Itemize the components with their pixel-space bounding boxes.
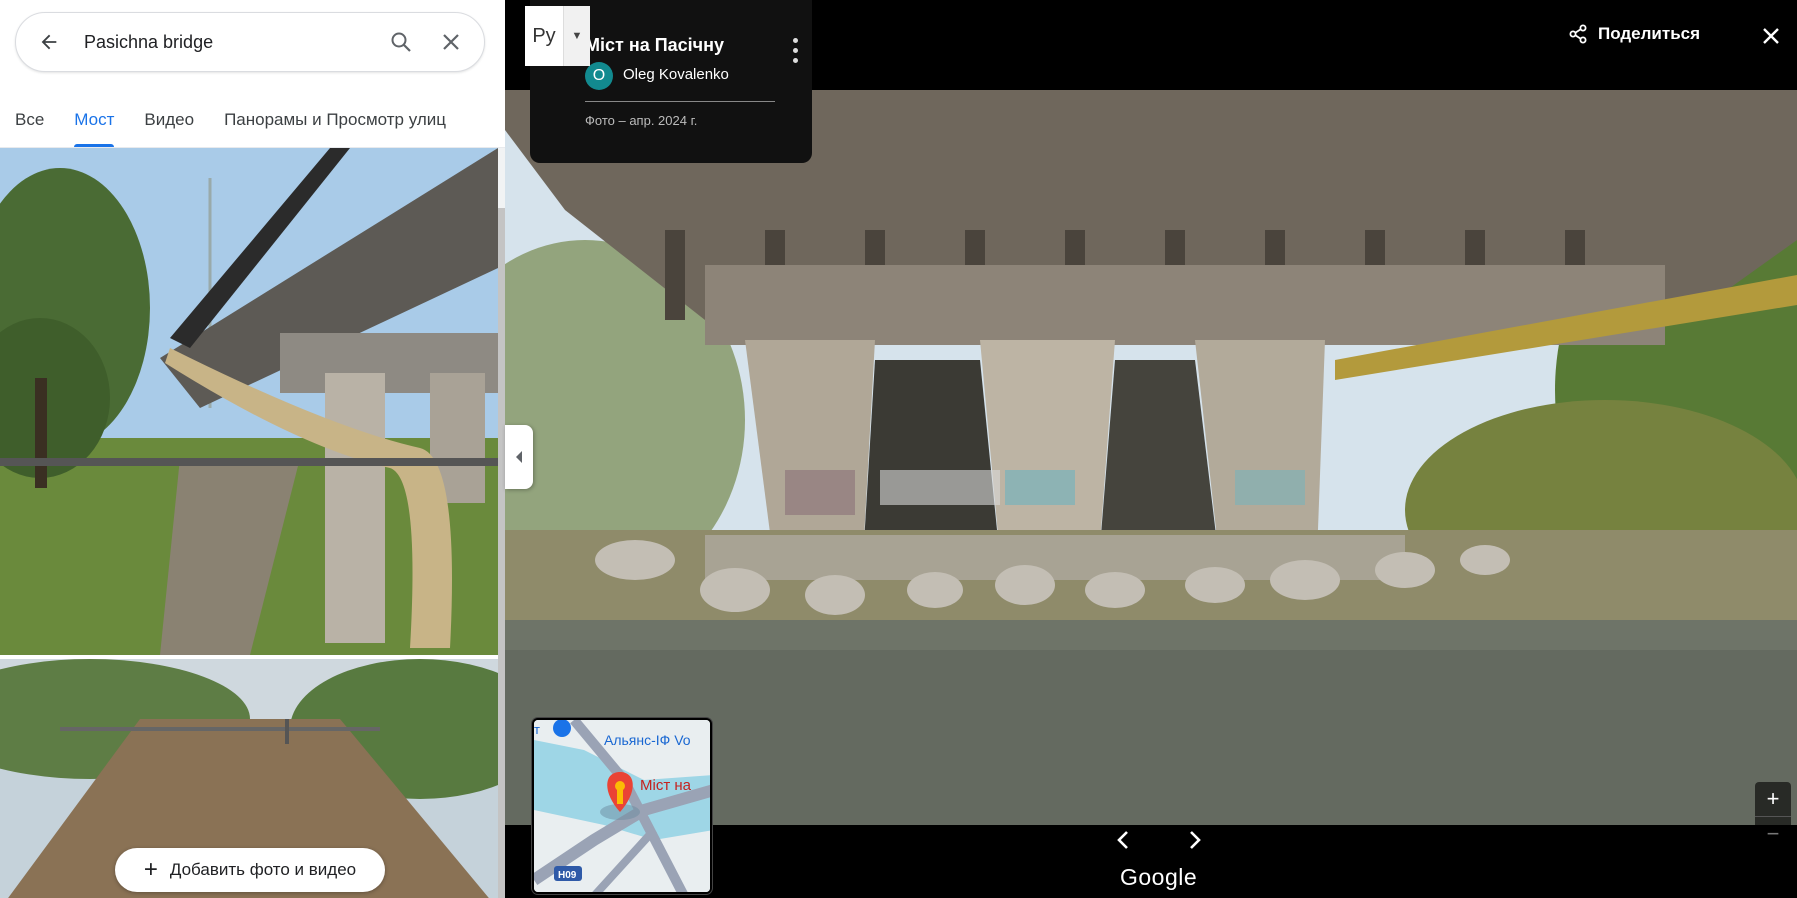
photo-viewer: Міст на Пасічну O Oleg Kovalenko Фото – … — [505, 0, 1797, 898]
add-photo-button[interactable]: + Добавить фото и видео — [115, 848, 385, 892]
language-code: Ру — [532, 24, 556, 47]
zoom-in-icon[interactable]: + — [1755, 782, 1791, 816]
collapse-panel-button[interactable] — [505, 425, 533, 489]
svg-text:т: т — [534, 722, 540, 737]
search-icon[interactable] — [384, 25, 418, 59]
scrollbar[interactable] — [498, 148, 505, 898]
chevron-left-icon — [516, 451, 522, 463]
minimap[interactable]: т Альянс-ІФ Vo Міст на H09 — [532, 718, 712, 894]
search-box[interactable]: Pasichna bridge — [15, 12, 485, 72]
share-icon — [1569, 24, 1587, 44]
caret-down-icon: ▼ — [563, 6, 590, 66]
search-input[interactable]: Pasichna bridge — [84, 32, 384, 53]
photo-date: Фото – апр. 2024 г. — [585, 113, 698, 128]
language-selector[interactable]: Ру ▼ — [525, 6, 590, 66]
tab-all[interactable]: Все — [0, 96, 59, 147]
scrollbar-thumb[interactable] — [498, 208, 505, 898]
more-options-icon[interactable] — [785, 35, 805, 65]
photo-title[interactable]: Міст на Пасічну — [585, 35, 724, 56]
author-name[interactable]: Oleg Kovalenko — [623, 66, 729, 83]
chevron-left-icon[interactable] — [1105, 822, 1141, 858]
svg-text:H09: H09 — [558, 870, 577, 881]
share-button[interactable]: Поделиться — [1568, 24, 1700, 44]
zoom-out-icon[interactable]: − — [1755, 816, 1791, 850]
chevron-right-icon[interactable] — [1177, 822, 1213, 858]
photo-tabs: Все Мост Видео Панорамы и Просмотр улиц — [0, 96, 505, 148]
svg-text:Міст на: Міст на — [640, 777, 692, 794]
close-icon[interactable] — [434, 25, 468, 59]
plus-icon: + — [143, 856, 158, 883]
google-logo: Google — [1120, 864, 1198, 890]
photo-grid — [0, 148, 498, 898]
side-panel: Pasichna bridge Все Мост Видео Панорамы … — [0, 0, 505, 898]
tab-videos[interactable]: Видео — [129, 96, 209, 147]
svg-text:Альянс-ІФ Vo: Альянс-ІФ Vo — [604, 732, 691, 748]
panorama-image[interactable] — [505, 90, 1797, 825]
arrow-back-icon[interactable] — [34, 27, 64, 57]
zoom-controls: + − — [1755, 782, 1791, 850]
tab-bridge[interactable]: Мост — [59, 96, 129, 147]
close-icon[interactable] — [1757, 22, 1785, 50]
add-photo-label: Добавить фото и видео — [169, 860, 357, 879]
photo-bridge-under[interactable] — [0, 148, 498, 655]
divider — [585, 101, 775, 102]
tab-panoramas[interactable]: Панорамы и Просмотр улиц — [209, 96, 461, 147]
share-label: Поделиться — [1598, 24, 1701, 43]
avatar[interactable]: O — [585, 62, 613, 90]
